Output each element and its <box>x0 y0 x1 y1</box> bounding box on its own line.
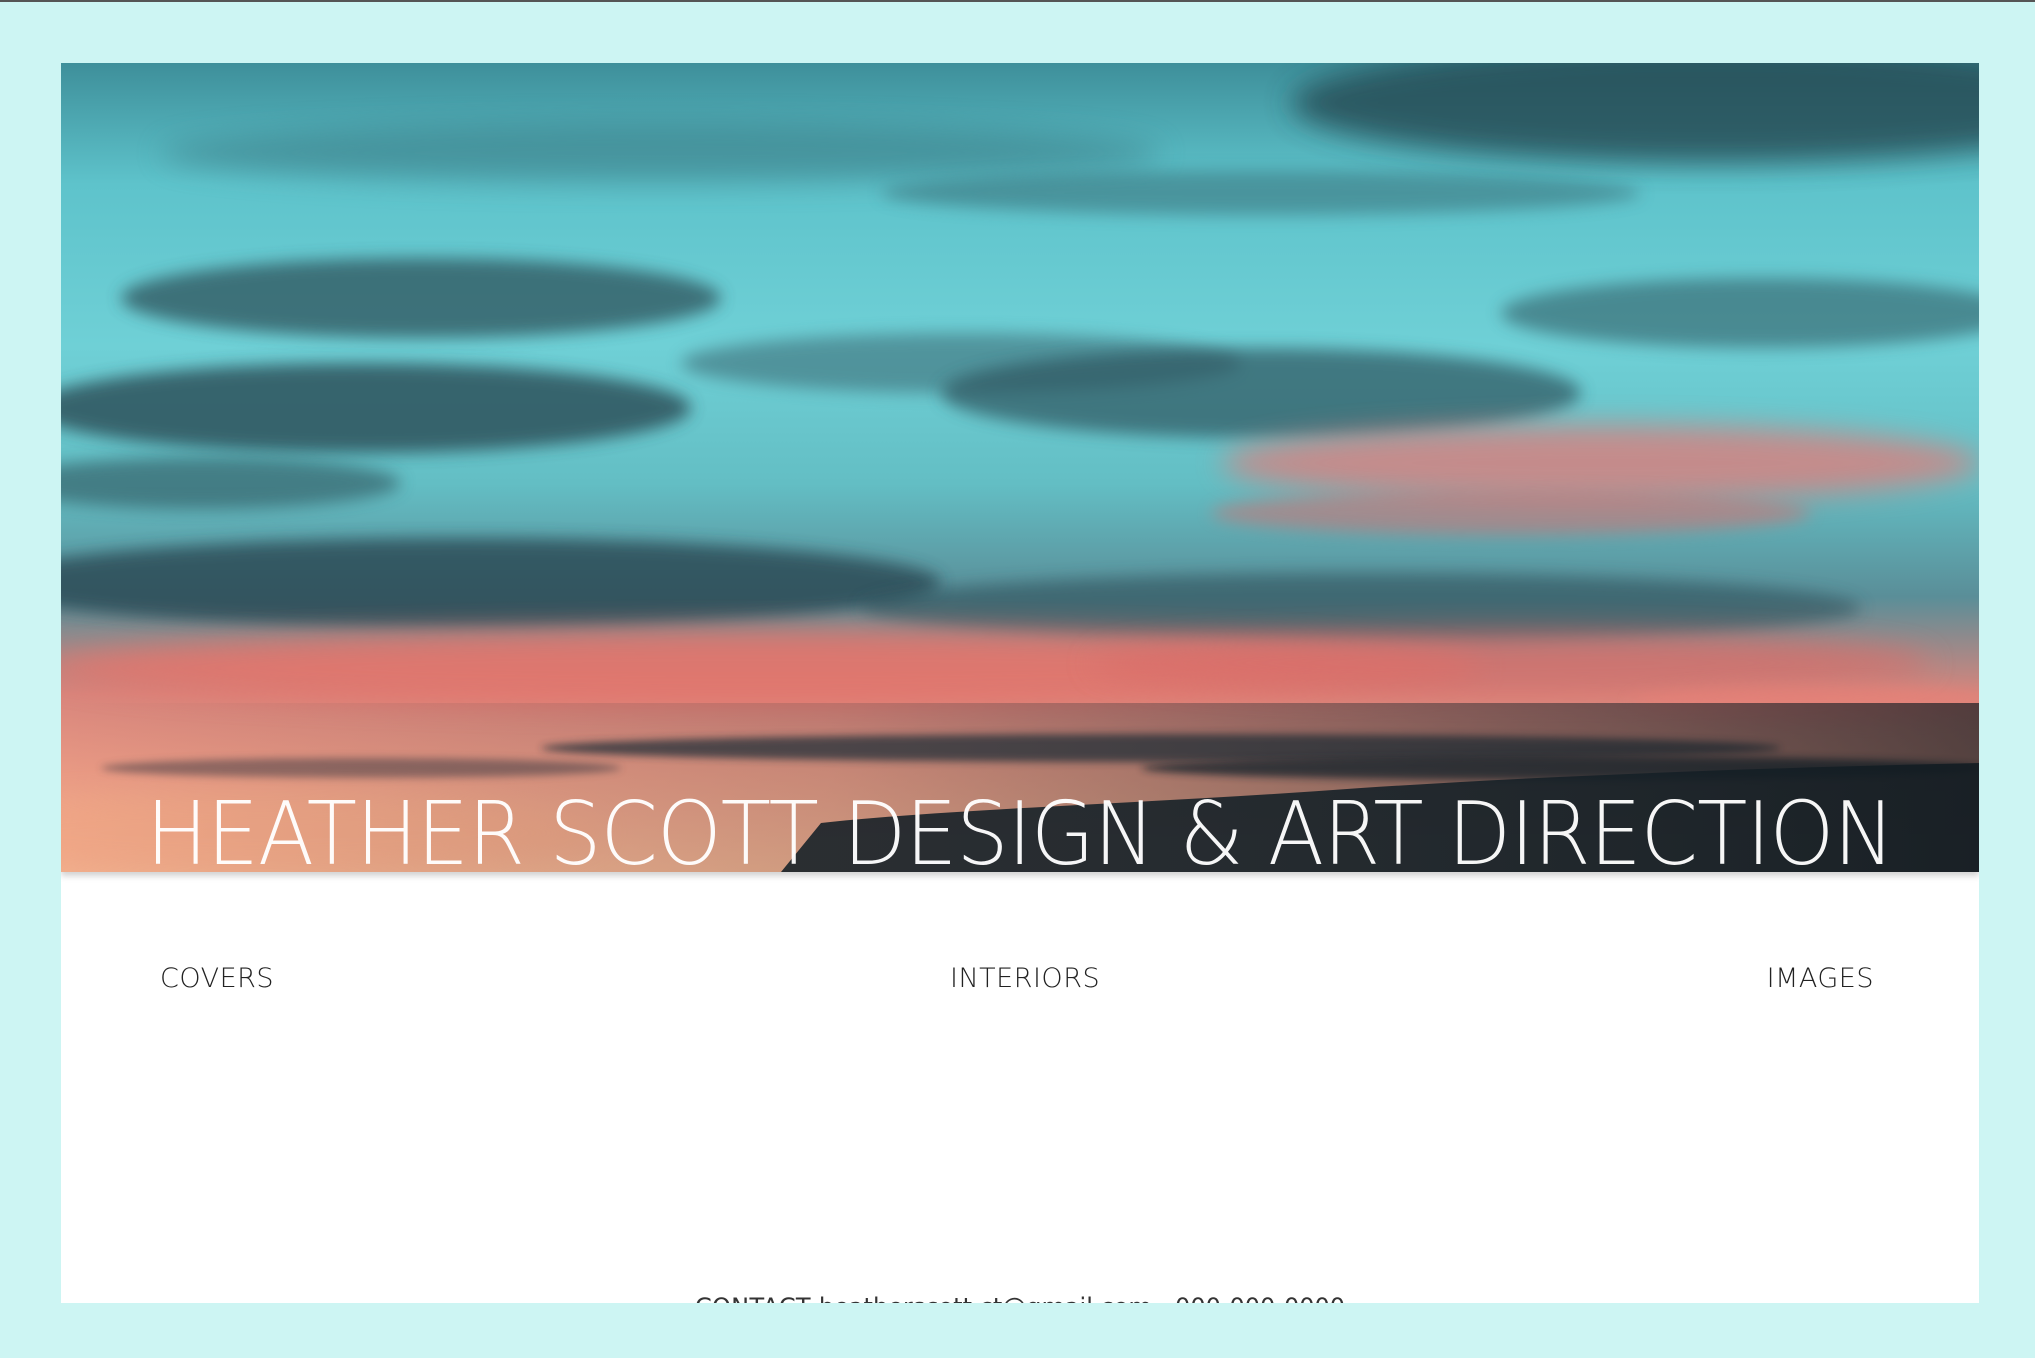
nav-link-images[interactable]: IMAGES <box>1767 963 1874 994</box>
contact-email[interactable]: heatherscott.ct@gmail.com <box>819 1293 1152 1303</box>
hero-banner: HEATHER SCOTT DESIGN & ART DIRECTION <box>61 63 1979 872</box>
sunset-sky-image <box>61 63 1979 872</box>
nav-link-interiors[interactable]: INTERIORS <box>950 963 1100 994</box>
contact-label: CONTACT <box>695 1293 811 1303</box>
main-nav: COVERS INTERIORS IMAGES <box>61 963 1979 1003</box>
contact-footer: CONTACT heatherscott.ct@gmail.com 000-000… <box>61 1293 1979 1303</box>
nav-link-covers[interactable]: COVERS <box>160 963 274 994</box>
page-card: HEATHER SCOTT DESIGN & ART DIRECTION COV… <box>61 63 1979 1303</box>
site-title: HEATHER SCOTT DESIGN & ART DIRECTION <box>145 783 1895 873</box>
contact-phone: 000-000-0000 <box>1175 1293 1345 1303</box>
